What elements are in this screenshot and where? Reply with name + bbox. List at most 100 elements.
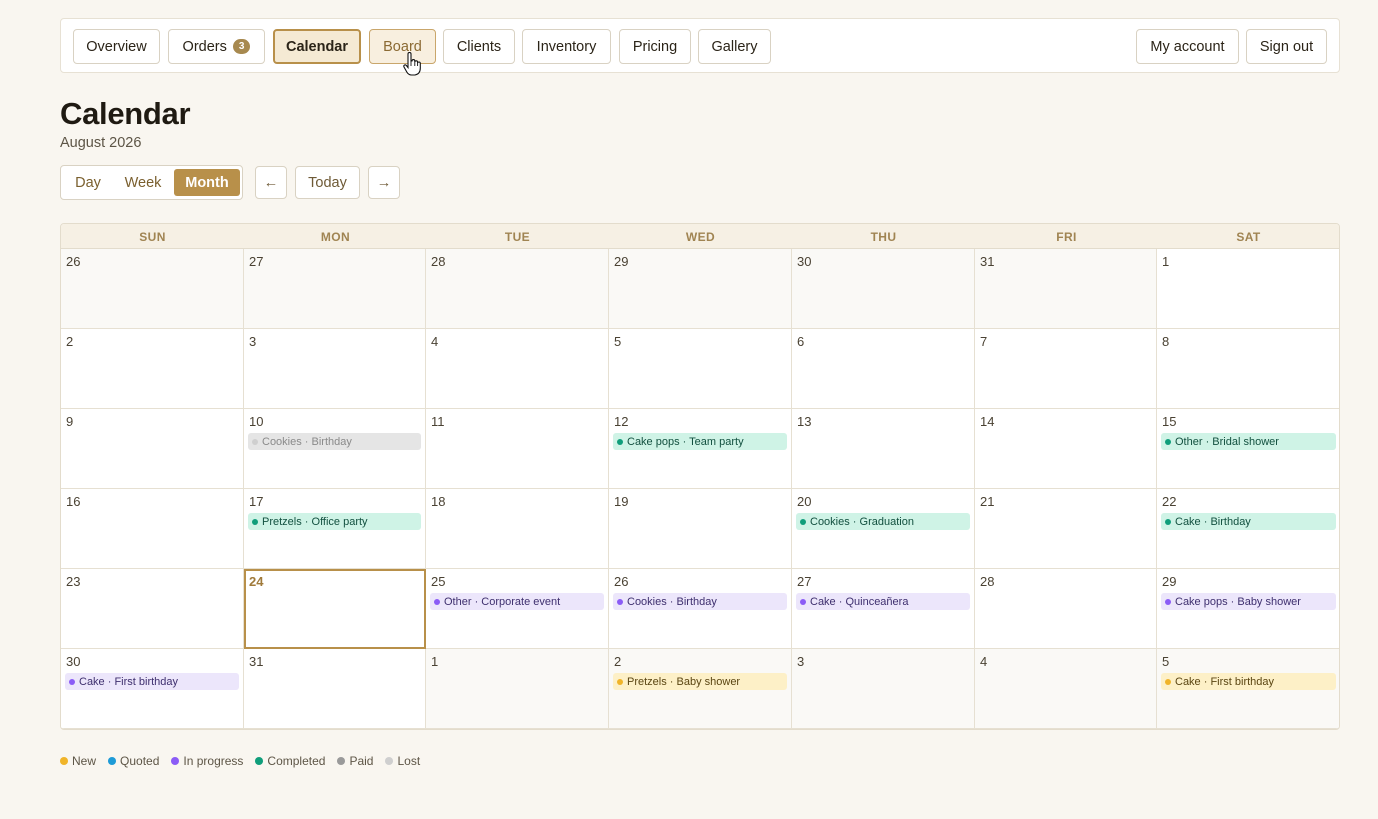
calendar-day-cell[interactable]: 23 bbox=[61, 569, 244, 649]
calendar-day-cell[interactable]: 25 Other · Corporate event bbox=[426, 569, 609, 649]
weekday-header-fri: FRI bbox=[1056, 229, 1077, 244]
legend-item-paid: Paid bbox=[337, 754, 373, 768]
event-label: Other · Corporate event bbox=[444, 595, 561, 608]
event-label: Cookies · Birthday bbox=[627, 595, 717, 608]
calendar-event-chip[interactable]: Cake · Quinceañera bbox=[796, 593, 970, 610]
calendar-day-cell[interactable]: 11 bbox=[426, 409, 609, 489]
calendar-day-cell[interactable]: 27 Cake · Quinceañera bbox=[792, 569, 975, 649]
status-dot-icon bbox=[69, 678, 75, 685]
calendar-day-cell[interactable]: 4 bbox=[426, 329, 609, 409]
calendar-day-cell[interactable]: 1 bbox=[426, 649, 609, 729]
calendar-event-chip[interactable]: Cake pops · Team party bbox=[613, 433, 787, 450]
calendar-day-cell[interactable]: 9 bbox=[61, 409, 244, 489]
legend-item-in-progress: In progress bbox=[171, 754, 243, 768]
calendar-day-cell[interactable]: 29 bbox=[609, 249, 792, 329]
nav-pricing-button[interactable]: Pricing bbox=[619, 29, 691, 64]
weekday-header-row: SUN MON TUE WED THU FRI SAT bbox=[61, 224, 1339, 249]
nav-gallery-label: Gallery bbox=[711, 38, 758, 55]
calendar-event-chip[interactable]: Cake · Birthday bbox=[1161, 513, 1336, 530]
calendar-day-cell[interactable]: 7 bbox=[975, 329, 1157, 409]
calendar-day-cell[interactable]: 28 bbox=[975, 569, 1157, 649]
calendar-day-cell[interactable]: 15 Other · Bridal shower bbox=[1157, 409, 1339, 489]
calendar-event-chip[interactable]: Cookies · Graduation bbox=[796, 513, 970, 530]
orders-count-badge: 3 bbox=[232, 39, 251, 54]
calendar-event-chip[interactable]: Cake · First birthday bbox=[1161, 673, 1336, 690]
calendar-day-cell[interactable]: 4 bbox=[975, 649, 1157, 729]
calendar-day-cell[interactable]: 30 Cake · First birthday bbox=[61, 649, 244, 729]
nav-calendar-button[interactable]: Calendar bbox=[273, 29, 361, 64]
calendar-day-cell[interactable]: 20 Cookies · Graduation bbox=[792, 489, 975, 569]
calendar-day-cell[interactable]: 2 Pretzels · Baby shower bbox=[609, 649, 792, 729]
calendar-event-chip[interactable]: Pretzels · Baby shower bbox=[613, 673, 787, 690]
my-account-button[interactable]: My account bbox=[1136, 29, 1239, 64]
view-day-button[interactable]: Day bbox=[65, 169, 111, 196]
day-number: 12 bbox=[614, 414, 629, 429]
legend-label: New bbox=[72, 754, 97, 768]
calendar-day-cell[interactable]: 5 Cake · First birthday bbox=[1157, 649, 1339, 729]
calendar-day-cell[interactable]: 29 Cake pops · Baby shower bbox=[1157, 569, 1339, 649]
calendar-event-chip[interactable]: Other · Bridal shower bbox=[1161, 433, 1336, 450]
calendar-event-chip[interactable]: Cake pops · Baby shower bbox=[1161, 593, 1336, 610]
calendar-day-cell[interactable]: 14 bbox=[975, 409, 1157, 489]
top-nav-bar: Overview Orders 3 Calendar Board Clients … bbox=[60, 18, 1340, 73]
status-dot-icon bbox=[252, 518, 258, 525]
calendar-day-cell[interactable]: 8 bbox=[1157, 329, 1339, 409]
calendar-event-chip[interactable]: Cookies · Birthday bbox=[248, 433, 421, 450]
calendar-event-chip[interactable]: Other · Corporate event bbox=[430, 593, 604, 610]
calendar-day-cell[interactable]: 18 bbox=[426, 489, 609, 569]
calendar-day-cell[interactable]: 13 bbox=[792, 409, 975, 489]
weekday-header-tue: TUE bbox=[504, 229, 531, 244]
event-label: Other · Bridal shower bbox=[1175, 435, 1279, 448]
legend-item-new: New bbox=[60, 754, 96, 768]
day-number: 3 bbox=[249, 334, 257, 349]
calendar-day-cell[interactable]: 3 bbox=[244, 329, 426, 409]
today-button[interactable]: Today bbox=[295, 166, 360, 199]
prev-month-button[interactable]: ← bbox=[255, 166, 287, 199]
calendar-day-cell[interactable]: 1 bbox=[1157, 249, 1339, 329]
calendar-day-cell[interactable]: 19 bbox=[609, 489, 792, 569]
calendar-event-chip[interactable]: Pretzels · Office party bbox=[248, 513, 421, 530]
nav-orders-button[interactable]: Orders 3 bbox=[168, 29, 265, 64]
day-number: 25 bbox=[431, 574, 446, 589]
nav-gallery-button[interactable]: Gallery bbox=[698, 29, 771, 64]
nav-clients-button[interactable]: Clients bbox=[443, 29, 515, 64]
calendar-day-cell[interactable]: 6 bbox=[792, 329, 975, 409]
calendar-day-cell[interactable]: 27 bbox=[244, 249, 426, 329]
legend-label: In progress bbox=[183, 754, 244, 768]
nav-overview-button[interactable]: Overview bbox=[73, 29, 160, 64]
view-week-button[interactable]: Week bbox=[115, 169, 171, 196]
day-number: 26 bbox=[614, 574, 629, 589]
legend-label: Completed bbox=[267, 754, 326, 768]
calendar-day-cell[interactable]: 22 Cake · Birthday bbox=[1157, 489, 1339, 569]
calendar-day-cell[interactable]: 17 Pretzels · Office party bbox=[244, 489, 426, 569]
calendar-day-cell[interactable]: 26 Cookies · Birthday bbox=[609, 569, 792, 649]
calendar-event-chip[interactable]: Cake · First birthday bbox=[65, 673, 239, 690]
calendar-day-cell[interactable]: 12 Cake pops · Team party bbox=[609, 409, 792, 489]
nav-inventory-button[interactable]: Inventory bbox=[522, 29, 611, 64]
calendar-day-cell-today[interactable]: 24 bbox=[244, 569, 426, 649]
event-label: Cake pops · Baby shower bbox=[1175, 595, 1301, 608]
day-number: 8 bbox=[1162, 334, 1170, 349]
calendar-day-cell[interactable]: 31 bbox=[975, 249, 1157, 329]
view-month-button[interactable]: Month bbox=[174, 169, 240, 196]
status-dot-icon bbox=[434, 598, 440, 605]
calendar-day-cell[interactable]: 31 bbox=[244, 649, 426, 729]
calendar-day-cell[interactable]: 2 bbox=[61, 329, 244, 409]
calendar-day-cell[interactable]: 16 bbox=[61, 489, 244, 569]
calendar-day-cell[interactable]: 5 bbox=[609, 329, 792, 409]
calendar-event-chip[interactable]: Cookies · Birthday bbox=[613, 593, 787, 610]
next-month-button[interactable]: → bbox=[368, 166, 400, 199]
status-dot-icon bbox=[1165, 678, 1171, 685]
calendar-day-cell[interactable]: 26 bbox=[61, 249, 244, 329]
event-label: Cake · First birthday bbox=[79, 675, 179, 688]
calendar-day-cell[interactable]: 28 bbox=[426, 249, 609, 329]
day-number: 27 bbox=[249, 254, 264, 269]
day-number: 30 bbox=[66, 654, 81, 669]
calendar-day-cell[interactable]: 21 bbox=[975, 489, 1157, 569]
day-number: 5 bbox=[614, 334, 622, 349]
calendar-day-cell[interactable]: 30 bbox=[792, 249, 975, 329]
sign-out-button[interactable]: Sign out bbox=[1246, 29, 1327, 64]
calendar-day-cell[interactable]: 10 Cookies · Birthday bbox=[244, 409, 426, 489]
event-label: Pretzels · Baby shower bbox=[627, 675, 741, 688]
calendar-day-cell[interactable]: 3 bbox=[792, 649, 975, 729]
